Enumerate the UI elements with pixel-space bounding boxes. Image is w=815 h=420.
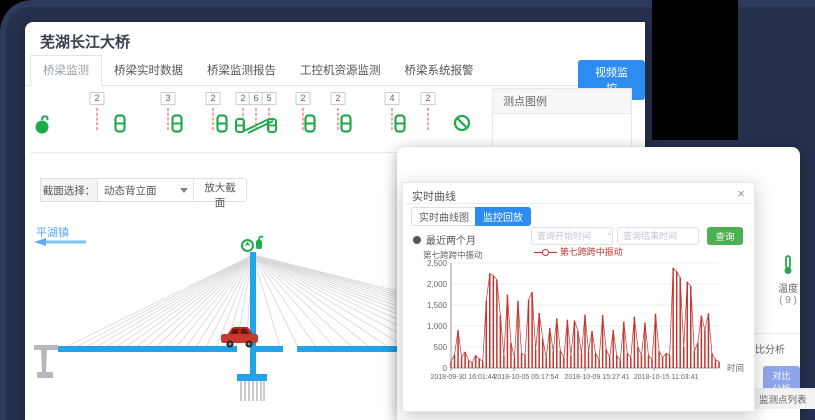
sensor-dash-line bbox=[213, 108, 214, 130]
svg-text:2018-09-30 16:01:44: 2018-09-30 16:01:44 bbox=[431, 374, 496, 381]
sensor-dash-line bbox=[168, 108, 169, 130]
section-select-dropdown[interactable]: 动态背立面 bbox=[97, 178, 195, 202]
tab-monitor-report[interactable]: 桥梁监测报告 bbox=[195, 56, 288, 85]
svg-text:2018-10-05 05:17:54: 2018-10-05 05:17:54 bbox=[493, 374, 558, 381]
thermometer-icon bbox=[781, 255, 795, 275]
link-icon[interactable] bbox=[171, 114, 184, 138]
sensor-dash-line bbox=[338, 108, 339, 130]
sensor-count-badge: 4 bbox=[385, 92, 400, 105]
sensor-count-badge: 2 bbox=[296, 92, 311, 105]
realtime-curve-dialog: 实时曲线 × 实时曲线图 监控回放 最近两个月 - 查询 第七跨跨中振动 第七跨… bbox=[402, 182, 755, 412]
sensor-strip: 23222652242 bbox=[25, 92, 485, 140]
svg-text:时间: 时间 bbox=[727, 363, 744, 373]
tab-monitor-playback[interactable]: 监控回放 bbox=[475, 207, 531, 226]
sensor-count-badge: 3 bbox=[161, 92, 176, 105]
dialog-title: 实时曲线 bbox=[412, 188, 456, 204]
svg-text:0: 0 bbox=[443, 364, 448, 373]
link-icon[interactable] bbox=[216, 114, 229, 138]
bridge-pier bbox=[34, 345, 58, 378]
anemometer-icon[interactable] bbox=[34, 114, 50, 140]
sensor-count-badge: 2 bbox=[206, 92, 221, 105]
sensor-count-badge: 2 bbox=[90, 92, 105, 105]
svg-text:2018-10-15 11:03:41: 2018-10-15 11:03:41 bbox=[634, 374, 699, 381]
anemometer-top-icon[interactable] bbox=[253, 235, 265, 256]
sensor-count-badge: 2 bbox=[331, 92, 346, 105]
dialog-header: 实时曲线 × bbox=[403, 183, 754, 204]
svg-text:1,500: 1,500 bbox=[427, 301, 448, 310]
link-icon[interactable] bbox=[340, 114, 353, 138]
zoom-section-button[interactable]: 放大截面 bbox=[193, 178, 247, 202]
tab-ipc-resource[interactable]: 工控机资源监测 bbox=[288, 56, 393, 85]
svg-text:2018-10-09 15:27:41: 2018-10-09 15:27:41 bbox=[565, 374, 630, 381]
forbidden-icon[interactable] bbox=[453, 114, 471, 137]
sensor-count-badge: 2 bbox=[421, 92, 436, 105]
sensor-dash-line bbox=[392, 108, 393, 130]
svg-text:500: 500 bbox=[434, 343, 448, 352]
svg-text:1,000: 1,000 bbox=[427, 322, 448, 331]
sensor-dash-line bbox=[97, 108, 98, 130]
screen: 芜湖长江大桥 桥梁监测 桥梁实时数据 桥梁监测报告 工控机资源监测 桥梁系统报警… bbox=[0, 0, 815, 420]
vibration-chart: 0 500 1,000 1,500 2,000 2,500 2018-09-30 16:01… bbox=[403, 243, 754, 409]
bearing-icon[interactable] bbox=[235, 113, 277, 141]
range-separator: - bbox=[608, 229, 611, 240]
bridge-pylon bbox=[250, 252, 256, 376]
temperature-count: ( 9 ) bbox=[773, 295, 803, 306]
tab-bridge-monitor[interactable]: 桥梁监测 bbox=[30, 55, 102, 86]
svg-text:2,000: 2,000 bbox=[427, 280, 448, 289]
temperature-label: 温度 bbox=[773, 280, 803, 295]
link-icon[interactable] bbox=[114, 114, 127, 138]
legend-panel-title: 测点图例 bbox=[493, 89, 631, 114]
tab-system-alarm[interactable]: 桥梁系统报警 bbox=[393, 56, 486, 85]
close-icon[interactable]: × bbox=[737, 186, 745, 201]
screen-cutout bbox=[652, 0, 738, 140]
svg-text:2,500: 2,500 bbox=[427, 259, 448, 268]
temperature-block[interactable]: 温度 ( 9 ) bbox=[773, 255, 803, 306]
chevron-down-icon bbox=[180, 188, 188, 193]
main-tabbar: 桥梁监测 桥梁实时数据 桥梁监测报告 工控机资源监测 桥梁系统报警 bbox=[25, 58, 645, 86]
tab-realtime-data[interactable]: 桥梁实时数据 bbox=[102, 56, 195, 85]
link-icon[interactable] bbox=[394, 114, 407, 138]
page-title: 芜湖长江大桥 bbox=[40, 31, 130, 52]
section-select-label: 截面选择： bbox=[40, 178, 97, 202]
sensor-dash-line bbox=[428, 108, 429, 130]
section-select-value: 动态背立面 bbox=[104, 183, 157, 198]
link-icon[interactable] bbox=[304, 114, 317, 138]
sensor-count-badge: 5 bbox=[262, 92, 277, 105]
tab-realtime-curve-chart[interactable]: 实时曲线图 bbox=[411, 207, 477, 226]
